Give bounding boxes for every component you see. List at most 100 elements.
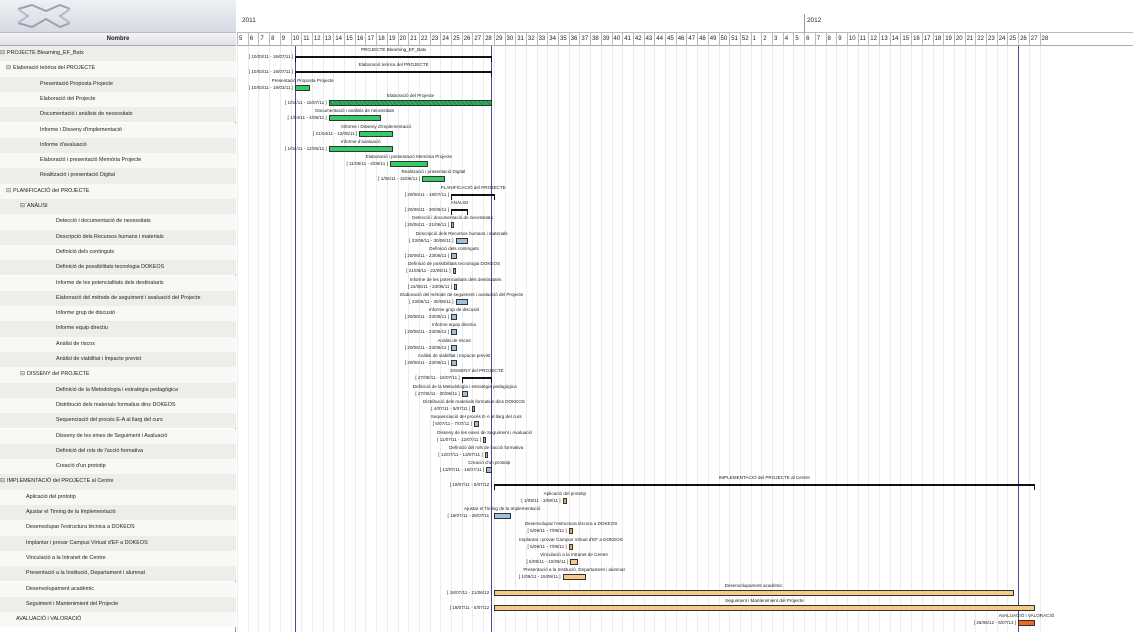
week-number-cell: 44 xyxy=(654,33,665,46)
task-row[interactable]: Anàlisi de viabilitat i Impacte previst xyxy=(0,352,236,368)
task-row[interactable]: Informe grup de discusió xyxy=(0,306,236,322)
summary-bar[interactable] xyxy=(451,193,496,200)
task-bar[interactable] xyxy=(461,390,468,397)
task-bar[interactable] xyxy=(1018,620,1035,627)
task-bar[interactable] xyxy=(562,497,568,504)
task-row[interactable]: Informe i Disseny d'implementació xyxy=(0,122,236,138)
summary-bar[interactable] xyxy=(295,71,493,78)
task-bar[interactable] xyxy=(493,589,1014,596)
week-gridline xyxy=(889,46,891,632)
task-bar[interactable] xyxy=(562,574,586,581)
task-bar[interactable] xyxy=(568,528,574,535)
task-date-range: [ 6/09/11 - 10/09/11 ] xyxy=(526,558,569,564)
task-row[interactable]: Informe equip directiu xyxy=(0,321,236,337)
task-row[interactable]: Implantar i provar Campus Virtual d'EF a… xyxy=(0,535,236,551)
task-bar[interactable] xyxy=(451,222,455,229)
task-row[interactable]: Desenvolupament acadèmic xyxy=(0,581,236,597)
task-row[interactable]: Elaboració del Projecte xyxy=(0,91,236,108)
summary-bar[interactable] xyxy=(451,209,468,215)
task-bar[interactable] xyxy=(452,268,456,275)
collapse-toggle-icon[interactable]: ⊟ xyxy=(20,367,27,382)
task-date-range: [ 5/07/11 - 7/07/11 ] xyxy=(432,421,472,427)
task-row[interactable]: Seguiment i Mantenimient del Projecte xyxy=(0,596,236,613)
collapse-toggle-icon[interactable]: ⊟ xyxy=(6,61,13,76)
task-bar[interactable] xyxy=(568,543,574,550)
task-bar[interactable] xyxy=(328,115,381,122)
task-row[interactable]: Informe d'avaluació xyxy=(0,137,236,154)
collapse-toggle-icon[interactable]: ⊟ xyxy=(0,474,7,489)
task-date-range: [ 1/04/11 - 4/05/11 ] xyxy=(287,115,327,121)
week-number-cell: 12 xyxy=(868,33,879,46)
task-row[interactable]: Definició de la Metodologia i estratègia… xyxy=(0,382,236,398)
task-row[interactable]: Vinculació a la Intranet de Centre xyxy=(0,550,236,567)
task-bar[interactable] xyxy=(493,604,1035,611)
task-bar[interactable] xyxy=(455,237,468,244)
task-bar[interactable] xyxy=(483,436,487,443)
task-row[interactable]: Disseny de les eines de Seguiment i Aval… xyxy=(0,428,236,444)
task-row[interactable]: ⊟ ANÀLISI xyxy=(0,199,236,215)
task-bar[interactable] xyxy=(455,298,468,305)
task-bar[interactable] xyxy=(451,360,458,366)
task-bar[interactable] xyxy=(295,84,311,91)
task-row[interactable]: Definició dels continguts xyxy=(0,244,236,261)
name-column-header[interactable]: Nombre xyxy=(0,33,236,46)
task-row[interactable]: ⊟ PROJECTE Blearning_EF_Batx xyxy=(0,46,236,62)
task-row[interactable]: Elaboració i presentació Memòria Project… xyxy=(0,153,236,169)
task-name: Seguiment i Mantenimient del Projecte xyxy=(26,600,119,607)
task-row[interactable]: Ajustar el Timing de la Implementació xyxy=(0,505,236,521)
task-bar[interactable] xyxy=(451,344,458,351)
task-row[interactable]: ⊟ PLANIFICACIÓ del PROJECTE xyxy=(0,183,236,199)
task-bar[interactable] xyxy=(472,405,476,412)
task-row[interactable]: AVALUACIÓ i VALORACIÓ xyxy=(0,612,236,628)
task-bar[interactable] xyxy=(389,161,429,168)
task-bar[interactable] xyxy=(454,283,458,290)
collapse-toggle-icon[interactable]: ⊟ xyxy=(20,199,27,214)
task-bar-label: Detecció i documentació de necessitats xyxy=(412,215,493,221)
task-row[interactable]: Definició del rols de l'acció formativa xyxy=(0,443,236,460)
task-name: Elaboració del Projecte xyxy=(40,95,96,102)
task-row[interactable]: Realització i presentació Digital xyxy=(0,168,236,184)
task-row[interactable]: Sequenciació del procés E-A al llarg del… xyxy=(0,413,236,429)
task-row[interactable]: Presentació Proposta Projecte xyxy=(0,76,236,92)
task-name-panel: Nombre ⊟ PROJECTE Blearning_EF_Batx ⊟ Elabo… xyxy=(0,0,236,632)
task-date-range: [ 20/06/11 - 23/06/11 ] xyxy=(404,360,449,365)
task-bar-label: Anàlisi de viabilitat i Impacte previst xyxy=(417,353,491,358)
task-bar[interactable] xyxy=(451,314,458,321)
task-date-range: [ 23/06/11 - 30/06/11 ] xyxy=(409,237,454,243)
task-row[interactable]: Creació d'un prototip xyxy=(0,459,236,475)
task-bar[interactable] xyxy=(451,329,458,336)
week-number-cell: 5 xyxy=(793,33,804,46)
task-bar[interactable] xyxy=(328,99,493,106)
task-row[interactable]: Desenvolupar l'estructura tècnica a DOKE… xyxy=(0,520,236,536)
collapse-toggle-icon[interactable]: ⊟ xyxy=(6,184,13,199)
task-row[interactable]: Aplicació del prototip xyxy=(0,489,236,505)
task-row[interactable]: Anàlisi de riscos xyxy=(0,336,236,352)
task-bar[interactable] xyxy=(473,421,479,428)
task-row[interactable]: ⊟ DISSENY del PROJECTE xyxy=(0,367,236,383)
task-row[interactable]: Presentació a la Institució, Departament… xyxy=(0,566,236,582)
week-gridline xyxy=(418,46,420,632)
collapse-toggle-icon[interactable]: ⊟ xyxy=(0,46,7,61)
task-row[interactable]: Descripció dels Recursos humans i materi… xyxy=(0,229,236,245)
task-row[interactable]: Detecció i documentació de necessitats xyxy=(0,214,236,230)
task-bar[interactable] xyxy=(570,558,578,565)
task-row[interactable]: ⊟ IMPLEMENTACIÓ del PROJECTE al Centre xyxy=(0,474,236,490)
task-bar[interactable] xyxy=(484,451,488,458)
summary-bar[interactable] xyxy=(493,484,1036,491)
task-row[interactable]: Distribució dels materials formatius din… xyxy=(0,397,236,414)
task-row[interactable]: ⊟ Elaboració teòrica del PROJECTE xyxy=(0,61,236,77)
task-bar[interactable] xyxy=(359,130,393,137)
task-row[interactable]: Elaboració del mètode de seguiment i ava… xyxy=(0,290,236,307)
app-logo xyxy=(0,0,236,33)
task-bar[interactable] xyxy=(421,176,445,183)
task-row[interactable]: Informe de les potencialitats dels desti… xyxy=(0,275,236,291)
task-bar[interactable] xyxy=(451,252,458,259)
summary-bar[interactable] xyxy=(295,56,493,62)
task-bar[interactable] xyxy=(328,145,393,152)
task-row[interactable]: Definició de possibilitats tecnologia DO… xyxy=(0,260,236,276)
task-bar[interactable] xyxy=(493,513,511,519)
task-row[interactable]: Documentació i anàlisis de necessitats xyxy=(0,107,236,123)
summary-bar[interactable] xyxy=(461,377,493,384)
task-bar[interactable] xyxy=(486,467,493,474)
task-name: Aplicació del prototip xyxy=(26,493,76,500)
